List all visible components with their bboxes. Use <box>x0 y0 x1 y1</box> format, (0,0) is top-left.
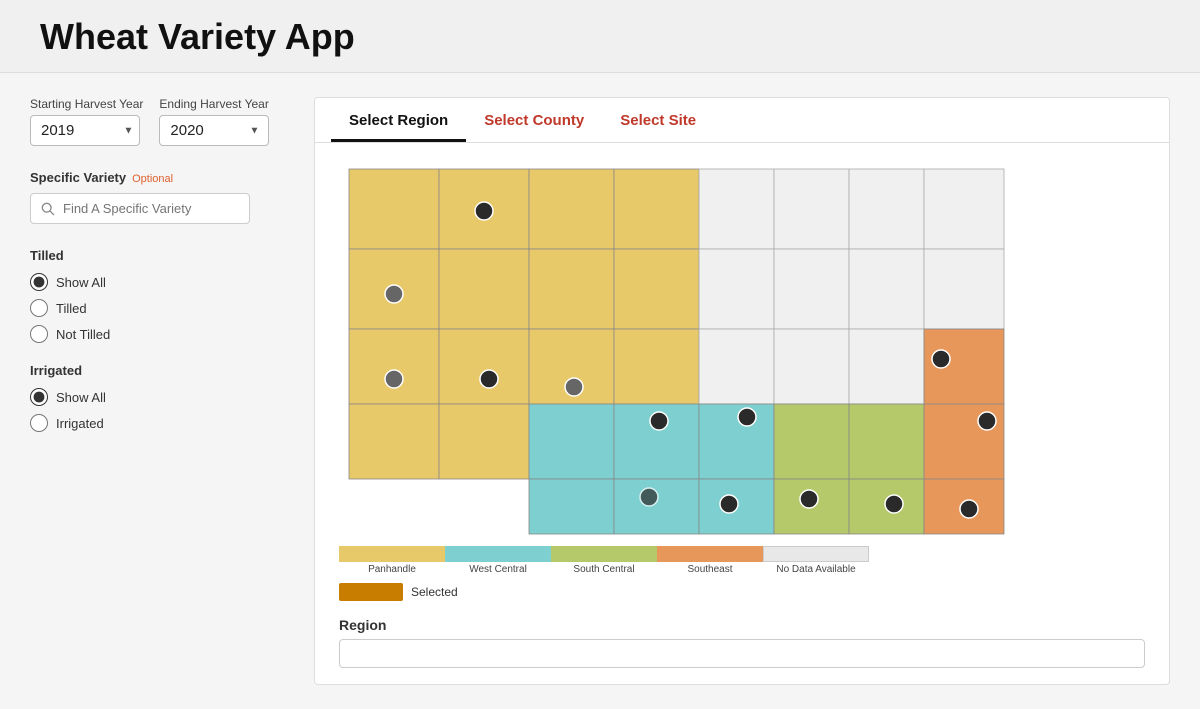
right-panel: Select Region Select County Select Site <box>314 97 1170 685</box>
variety-section: Specific Variety Optional <box>30 170 290 224</box>
tilled-filter-section: Tilled Show All Tilled Not Tilled <box>30 248 290 343</box>
variety-search-input[interactable] <box>63 201 239 216</box>
tab-select-county[interactable]: Select County <box>466 98 602 142</box>
legend-westcentral: West Central <box>445 546 551 575</box>
legend-southeast-label: Southeast <box>687 564 732 575</box>
ending-year-select[interactable]: 2020 2019 2018 <box>159 115 269 146</box>
left-panel: Starting Harvest Year 2019 2018 2017 End… <box>30 97 290 685</box>
legend-row: Panhandle West Central South Central Sou… <box>339 546 1145 575</box>
tilled-tilled-item[interactable]: Tilled <box>30 299 290 317</box>
starting-year-group: Starting Harvest Year 2019 2018 2017 <box>30 97 143 146</box>
tab-select-site[interactable]: Select Site <box>602 98 714 142</box>
app-title: Wheat Variety App <box>40 16 1160 58</box>
tabs-container: Select Region Select County Select Site <box>315 98 1169 143</box>
irrigated-showall-item[interactable]: Show All <box>30 388 290 406</box>
tilled-filter-title: Tilled <box>30 248 290 263</box>
irrigated-irrigated-label: Irrigated <box>56 416 104 431</box>
tilled-tilled-radio[interactable] <box>30 299 48 317</box>
tilled-nottilled-item[interactable]: Not Tilled <box>30 325 290 343</box>
legend-nodata-color <box>763 546 869 562</box>
tilled-radio-group: Show All Tilled Not Tilled <box>30 273 290 343</box>
tilled-showall-radio[interactable] <box>30 273 48 291</box>
legend-southeast: Southeast <box>657 546 763 575</box>
nebraska-map[interactable] <box>339 159 1019 539</box>
starting-year-select-wrapper[interactable]: 2019 2018 2017 <box>30 115 143 146</box>
tilled-showall-item[interactable]: Show All <box>30 273 290 291</box>
search-icon <box>41 202 55 216</box>
main-content: Starting Harvest Year 2019 2018 2017 End… <box>0 73 1200 709</box>
app-header: Wheat Variety App <box>0 0 1200 73</box>
tilled-showall-label: Show All <box>56 275 106 290</box>
ending-year-label: Ending Harvest Year <box>159 97 269 111</box>
ending-year-group: Ending Harvest Year 2020 2019 2018 <box>159 97 269 146</box>
starting-year-select[interactable]: 2019 2018 2017 <box>30 115 140 146</box>
legend-southeast-color <box>657 546 763 562</box>
irrigated-radio-group: Show All Irrigated <box>30 388 290 432</box>
region-title: Region <box>339 617 1145 633</box>
harvest-year-row: Starting Harvest Year 2019 2018 2017 End… <box>30 97 290 146</box>
variety-label: Specific Variety <box>30 170 126 185</box>
legend-nodata: No Data Available <box>763 546 869 575</box>
variety-optional-badge: Optional <box>132 173 173 185</box>
legend-southcentral-label: South Central <box>573 564 634 575</box>
tilled-tilled-label: Tilled <box>56 301 87 316</box>
irrigated-irrigated-radio[interactable] <box>30 414 48 432</box>
tilled-nottilled-label: Not Tilled <box>56 327 110 342</box>
starting-year-label: Starting Harvest Year <box>30 97 143 111</box>
region-input[interactable] <box>339 639 1145 668</box>
irrigated-showall-radio[interactable] <box>30 388 48 406</box>
legend-selected-label: Selected <box>411 585 458 599</box>
irrigated-irrigated-item[interactable]: Irrigated <box>30 414 290 432</box>
legend-panhandle-label: Panhandle <box>368 564 416 575</box>
legend-nodata-label: No Data Available <box>776 564 855 575</box>
irrigated-showall-label: Show All <box>56 390 106 405</box>
legend-selected-row: Selected <box>339 583 1145 601</box>
legend-panhandle: Panhandle <box>339 546 445 575</box>
legend-westcentral-color <box>445 546 551 562</box>
region-section: Region <box>315 617 1169 684</box>
ending-year-select-wrapper[interactable]: 2020 2019 2018 <box>159 115 269 146</box>
legend-southcentral: South Central <box>551 546 657 575</box>
tab-select-region[interactable]: Select Region <box>331 98 466 142</box>
map-container: Panhandle West Central South Central Sou… <box>315 143 1169 617</box>
irrigated-filter-section: Irrigated Show All Irrigated <box>30 363 290 432</box>
irrigated-filter-title: Irrigated <box>30 363 290 378</box>
legend-selected-color <box>339 583 403 601</box>
legend-westcentral-label: West Central <box>469 564 527 575</box>
variety-label-row: Specific Variety Optional <box>30 170 290 185</box>
variety-search-box[interactable] <box>30 193 250 224</box>
tilled-nottilled-radio[interactable] <box>30 325 48 343</box>
legend-southcentral-color <box>551 546 657 562</box>
legend-panhandle-color <box>339 546 445 562</box>
